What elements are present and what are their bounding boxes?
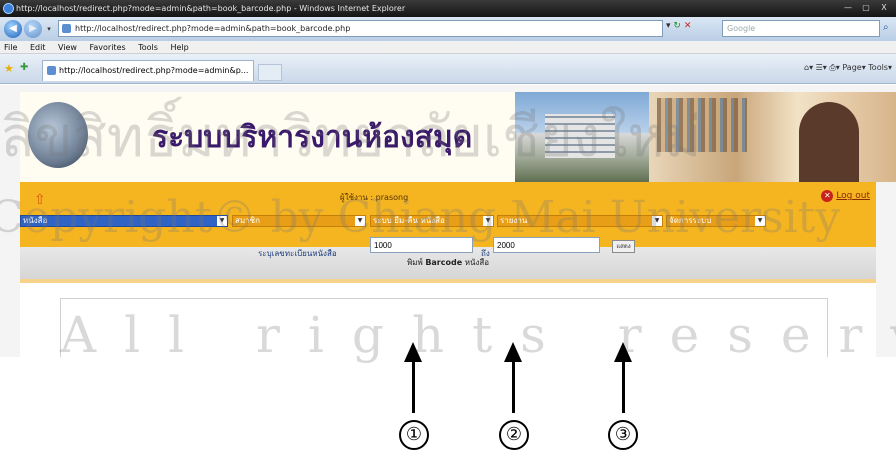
close-window-button[interactable]: X — [876, 2, 892, 14]
to-label: ถึง — [481, 249, 490, 258]
menu-books-label: หนังสือ — [23, 216, 48, 225]
menu-favorites[interactable]: Favorites — [90, 43, 126, 52]
logout-icon: ✕ — [821, 190, 834, 202]
logout-label: Log out — [836, 191, 870, 201]
barcode-range-label: ระบุเลขทะเบียนหนังสือ — [258, 249, 337, 258]
from-number-input[interactable] — [370, 237, 473, 253]
home-nav-icon[interactable]: ⇧ — [34, 192, 46, 208]
menu-help[interactable]: Help — [170, 43, 188, 52]
tab-page-icon — [47, 66, 56, 75]
home-icon[interactable]: ⌂▾ — [804, 63, 813, 72]
tab-bar: ★ ✚ http://localhost/redirect.php?mode=a… — [0, 54, 896, 84]
logout-link[interactable]: ✕ Log out — [821, 190, 870, 202]
menu-edit[interactable]: Edit — [30, 43, 46, 52]
tools-menu[interactable]: Tools — [868, 63, 888, 72]
heading-bold: Barcode — [425, 258, 463, 267]
menu-admin-select[interactable]: จัดการระบบ ▼ — [666, 215, 766, 227]
chevron-down-icon: ▼ — [652, 216, 662, 226]
maximize-button[interactable]: ▢ — [858, 2, 874, 14]
menu-reports-label: รายงาน — [500, 216, 528, 225]
form-divider — [20, 279, 876, 283]
page-icon — [62, 24, 71, 33]
screenshot: http://localhost/redirect.php?mode=admin… — [0, 0, 896, 462]
history-dropdown-icon[interactable]: ▾ — [44, 20, 54, 38]
arrow-1 — [404, 342, 422, 413]
menu-books-select[interactable]: หนังสือ ▼ — [20, 215, 228, 227]
callout-1: ① — [399, 420, 429, 450]
site-header: ระบบบริหารงานห้องสมุด — [20, 92, 896, 182]
form-box — [60, 298, 828, 357]
search-input[interactable]: Google — [722, 20, 880, 37]
forward-arrow-icon[interactable]: ▶ — [24, 20, 42, 38]
new-tab-button[interactable] — [258, 64, 282, 81]
address-toolbar: ◀ ▶ ▾ http://localhost/redirect.php?mode… — [0, 17, 896, 41]
menu-members-label: สมาชิก — [235, 216, 260, 225]
user-label: ผู้ใช้งาน : prasong — [340, 193, 409, 202]
heading-prefix: พิมพ์ — [406, 258, 423, 267]
globe-logo — [28, 102, 88, 168]
callout-3: ③ — [608, 420, 638, 450]
tab-current[interactable]: http://localhost/redirect.php?mode=admin… — [42, 60, 254, 81]
site-title: ระบบบริหารงานห้องสมุด — [152, 120, 473, 155]
callout-2: ② — [499, 420, 529, 450]
command-bar: ⌂▾ ☰▾ ⎙▾ Page▾ Tools▾ — [803, 63, 892, 72]
window-title: http://localhost/redirect.php?mode=admin… — [16, 4, 406, 13]
arrow-3 — [614, 342, 632, 413]
print-icon[interactable]: ⎙▾ — [829, 63, 839, 72]
arrow-2 — [504, 342, 522, 413]
library-photo — [649, 92, 896, 182]
menu-borrow-select[interactable]: ระบบ ยืม-คืน หนังสือ ▼ — [370, 215, 494, 227]
menu-bar: File Edit View Favorites Tools Help — [0, 41, 896, 54]
tab-label: http://localhost/redirect.php?mode=admin… — [59, 66, 249, 75]
menu-view[interactable]: View — [58, 43, 77, 52]
address-input[interactable]: http://localhost/redirect.php?mode=admin… — [58, 20, 663, 37]
form-area — [20, 279, 876, 357]
to-number-input[interactable] — [493, 237, 600, 253]
back-arrow-icon[interactable]: ◀ — [4, 20, 22, 38]
add-favorite-icon[interactable]: ✚ — [20, 62, 28, 73]
menu-tools[interactable]: Tools — [138, 43, 158, 52]
page-menu[interactable]: Page — [842, 63, 861, 72]
chevron-down-icon: ▼ — [355, 216, 365, 226]
page-content: ระบบบริหารงานห้องสมุด ⇧ ผู้ใช้งาน : pras… — [0, 85, 896, 357]
chevron-down-icon: ▼ — [483, 216, 493, 226]
show-button[interactable]: แสดง — [612, 240, 635, 253]
menu-borrow-label: ระบบ ยืม-คืน หนังสือ — [373, 216, 445, 225]
menu-members-select[interactable]: สมาชิก ▼ — [232, 215, 366, 227]
search-placeholder: Google — [727, 24, 756, 33]
chevron-down-icon: ▼ — [755, 216, 765, 226]
refresh-stop-icons[interactable]: ▾ ↻ ✕ — [666, 21, 691, 31]
building-photo — [515, 92, 649, 182]
feeds-icon[interactable]: ☰▾ — [816, 63, 827, 72]
window-controls: — ▢ X — [840, 2, 892, 14]
minimize-button[interactable]: — — [840, 2, 856, 14]
chevron-down-icon: ▼ — [217, 216, 227, 226]
search-icon[interactable]: ⌕ — [883, 22, 889, 33]
menu-file[interactable]: File — [4, 43, 17, 52]
menu-admin-label: จัดการระบบ — [669, 216, 712, 225]
favorites-star-icon[interactable]: ★ — [4, 62, 14, 75]
ie-icon — [3, 3, 14, 14]
menu-reports-select[interactable]: รายงาน ▼ — [497, 215, 663, 227]
window-titlebar: http://localhost/redirect.php?mode=admin… — [0, 0, 896, 17]
address-value: http://localhost/redirect.php?mode=admin… — [75, 24, 351, 33]
